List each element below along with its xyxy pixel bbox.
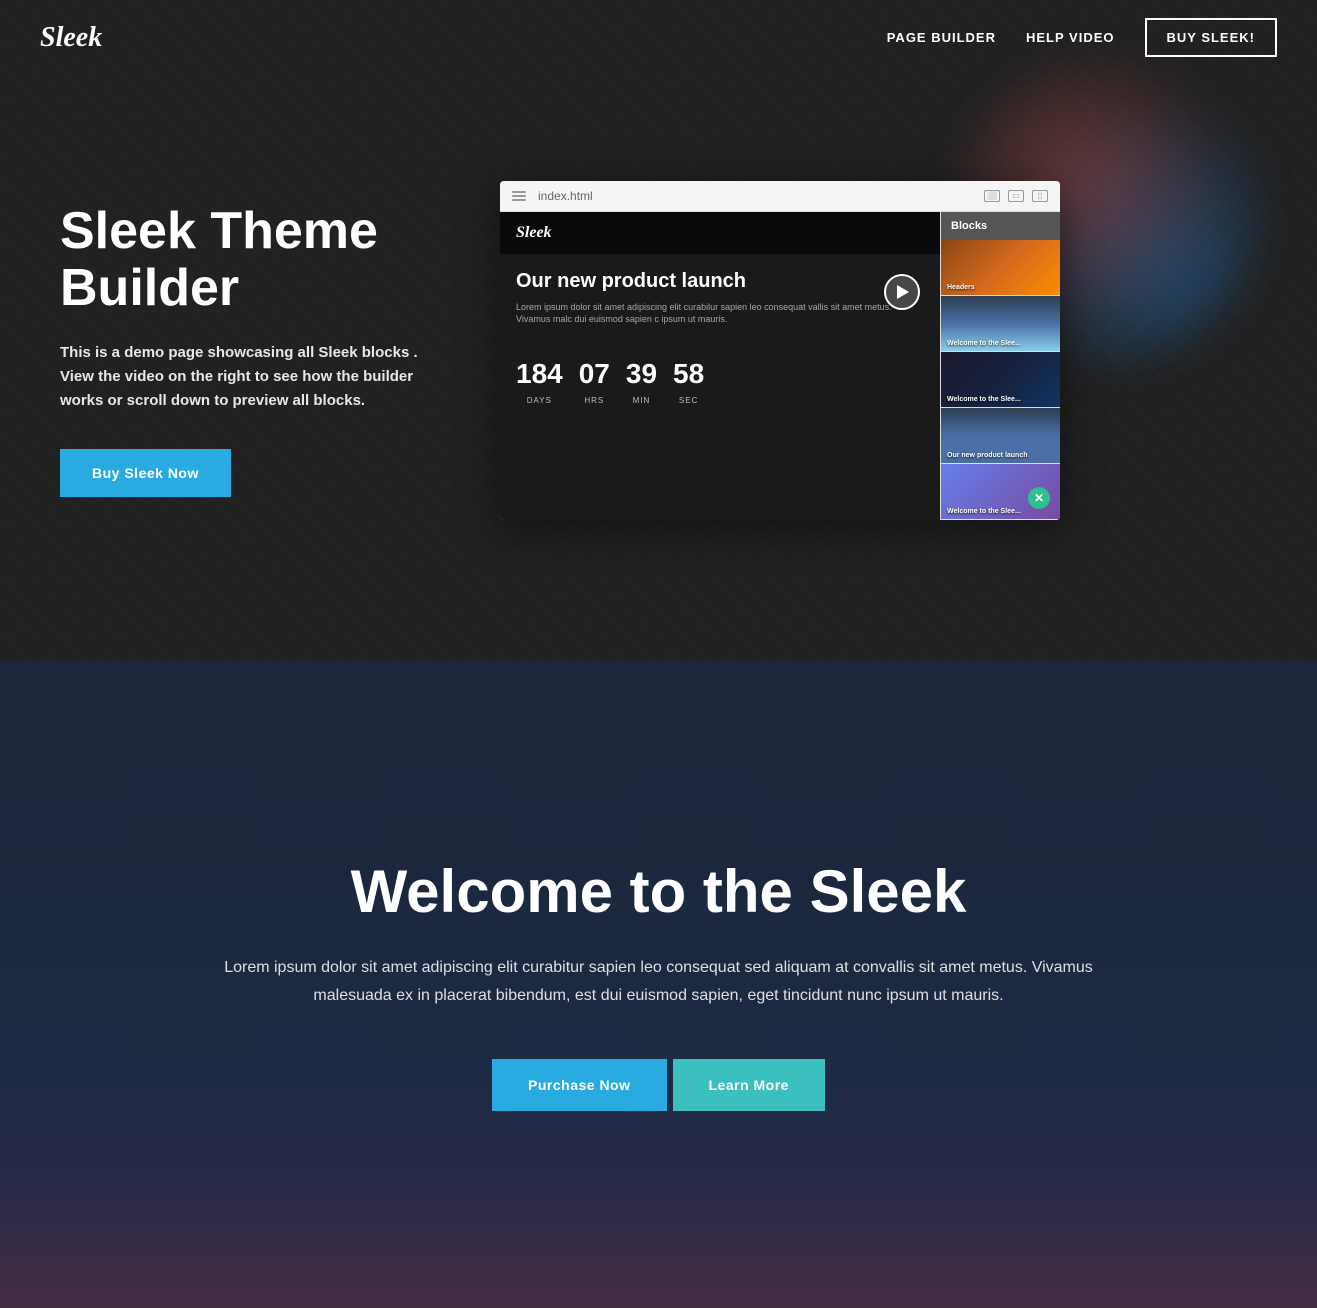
builder-mockup: index.html ⬜ ▭ ▯ Sleek Our — [500, 181, 1060, 520]
hero-section: Sleek Theme Builder This is a demo page … — [0, 0, 1317, 660]
welcome-section: Welcome to the Sleek Lorem ipsum dolor s… — [0, 660, 1317, 1308]
hero-title: Sleek Theme Builder — [60, 203, 440, 317]
block-label-4: Our new product launch — [947, 452, 1028, 459]
hero-description: This is a demo page showcasing all Sleek… — [60, 341, 440, 413]
mockup-hero-title: Our new product launch — [516, 270, 924, 293]
mockup-titlebar: index.html ⬜ ▭ ▯ — [500, 181, 1060, 212]
mockup-logo: Sleek — [500, 212, 940, 254]
countdown-sec-label: SEC — [679, 396, 698, 405]
countdown-min-label: MIN — [633, 396, 651, 405]
hamburger-icon — [512, 191, 526, 201]
mockup-body: Sleek Our new product launch Lorem ipsum… — [500, 212, 1060, 520]
mockup-url: index.html — [538, 189, 972, 203]
countdown-sec-num: 58 — [673, 358, 704, 390]
block-item-3[interactable]: Welcome to the Slee... — [941, 352, 1060, 408]
desktop-icon[interactable]: ⬜ — [984, 190, 1000, 202]
nav-links: PAGE BUILDER HELP VIDEO BUY SLEEK! — [887, 18, 1277, 57]
block-item-5[interactable]: Welcome to the Slee... ✕ — [941, 464, 1060, 520]
nav-buy-button[interactable]: BUY SLEEK! — [1145, 18, 1278, 57]
purchase-now-button[interactable]: Purchase Now — [492, 1059, 666, 1111]
navbar: Sleek PAGE BUILDER HELP VIDEO BUY SLEEK! — [0, 0, 1317, 75]
block-label-3: Welcome to the Slee... — [947, 396, 1021, 403]
play-button[interactable] — [884, 274, 920, 310]
welcome-buttons: Purchase Now Learn More — [492, 1059, 825, 1111]
tablet-icon[interactable]: ▭ — [1008, 190, 1024, 202]
block-item-1[interactable]: Headers — [941, 240, 1060, 296]
mockup-hero-text: Lorem ipsum dolor sit amet adipiscing el… — [516, 301, 924, 326]
hero-cta-button[interactable]: Buy Sleek Now — [60, 449, 231, 497]
close-panel-button[interactable]: ✕ — [1028, 487, 1050, 509]
mobile-icon[interactable]: ▯ — [1032, 190, 1048, 202]
countdown-hrs-label: HRS — [584, 396, 604, 405]
block-preview-headers: Headers — [941, 240, 1060, 295]
block-label-5: Welcome to the Slee... — [947, 508, 1021, 515]
block-preview-welcome-1: Welcome to the Slee... — [941, 296, 1060, 351]
block-label-2: Welcome to the Slee... — [947, 340, 1021, 347]
mockup-window: index.html ⬜ ▭ ▯ Sleek Our — [500, 181, 1060, 520]
nav-help-video[interactable]: HELP VIDEO — [1026, 30, 1115, 45]
countdown-sec: 58 SEC — [673, 358, 704, 408]
blocks-sidebar-header: Blocks — [941, 212, 1060, 240]
block-preview-welcome-2: Welcome to the Slee... — [941, 352, 1060, 407]
welcome-description: Lorem ipsum dolor sit amet adipiscing el… — [219, 954, 1099, 1008]
countdown-min-num: 39 — [626, 358, 657, 390]
mockup-main-area: Sleek Our new product launch Lorem ipsum… — [500, 212, 940, 520]
countdown-days-label: DAYS — [527, 396, 552, 405]
block-item-4[interactable]: Our new product launch — [941, 408, 1060, 464]
titlebar-controls: ⬜ ▭ ▯ — [984, 190, 1048, 202]
nav-page-builder[interactable]: PAGE BUILDER — [887, 30, 996, 45]
countdown-hrs: 07 HRS — [579, 358, 610, 408]
mockup-blocks-sidebar: Blocks Headers Welcome to the Slee... — [940, 212, 1060, 520]
countdown-hrs-num: 07 — [579, 358, 610, 390]
countdown-min: 39 MIN — [626, 358, 657, 408]
countdown-days-num: 184 — [516, 358, 563, 390]
block-item-2[interactable]: Welcome to the Slee... — [941, 296, 1060, 352]
countdown: 184 DAYS 07 HRS 39 MIN — [500, 350, 940, 416]
countdown-days: 184 DAYS — [516, 358, 563, 408]
learn-more-button[interactable]: Learn More — [673, 1059, 825, 1111]
site-logo[interactable]: Sleek — [40, 22, 102, 54]
hero-text-block: Sleek Theme Builder This is a demo page … — [60, 203, 440, 497]
welcome-title: Welcome to the Sleek — [351, 857, 967, 926]
block-label-1: Headers — [947, 284, 975, 291]
hero-content: Sleek Theme Builder This is a demo page … — [0, 81, 1317, 580]
block-preview-launch: Our new product launch — [941, 408, 1060, 463]
